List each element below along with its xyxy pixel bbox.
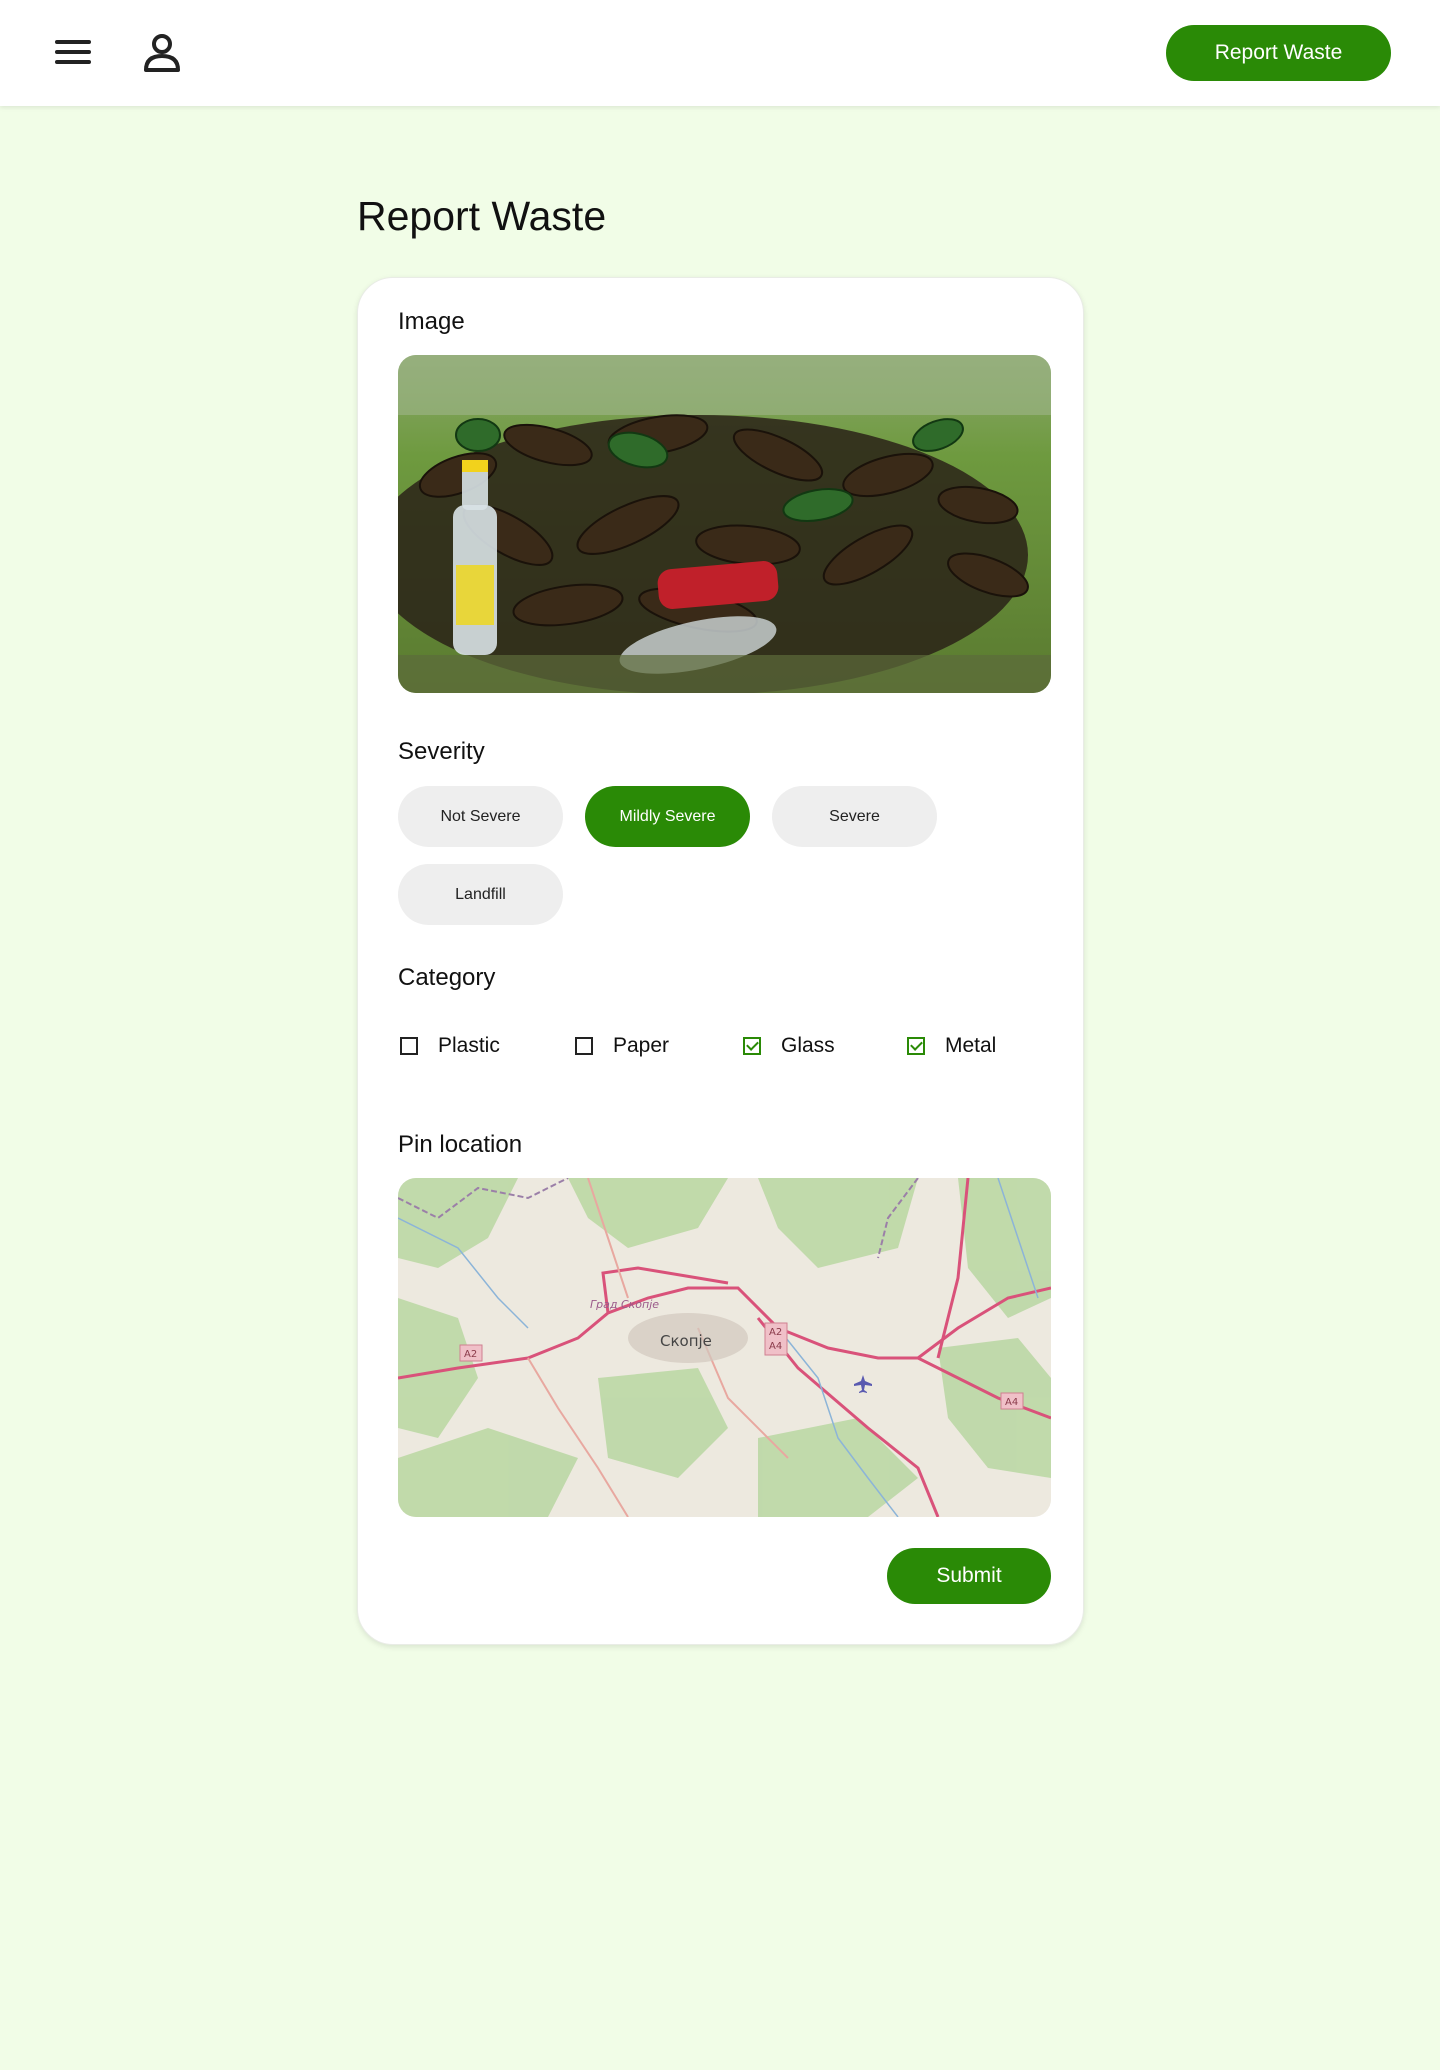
image-section-label: Image <box>398 308 465 335</box>
category-label-glass: Glass <box>781 1034 835 1057</box>
category-checkbox-metal[interactable]: Metal <box>907 1030 996 1062</box>
user-profile-icon[interactable] <box>140 32 184 74</box>
top-navigation-bar: Report Waste <box>0 0 1440 106</box>
severity-chip-severe[interactable]: Severe <box>772 786 937 847</box>
category-section-label: Category <box>398 964 496 991</box>
severity-section-label: Severity <box>398 738 485 765</box>
hamburger-menu-icon[interactable] <box>50 34 96 70</box>
page-title: Report Waste <box>357 193 607 239</box>
map-road-shield: A2 <box>769 1327 782 1338</box>
severity-chip-not-severe[interactable]: Not Severe <box>398 786 563 847</box>
pin-location-section-label: Pin location <box>398 1131 523 1158</box>
map-road-shield: A4 <box>769 1341 782 1352</box>
checkbox-icon[interactable] <box>400 1037 418 1055</box>
submit-button[interactable]: Submit <box>887 1548 1051 1604</box>
severity-chip-mildly-severe[interactable]: Mildly Severe <box>585 786 750 847</box>
category-label-plastic: Plastic <box>438 1034 500 1057</box>
map-road-shield: A2 <box>464 1349 477 1360</box>
category-label-paper: Paper <box>613 1034 670 1057</box>
map-road-shield: A4 <box>1005 1397 1018 1408</box>
checkbox-checked-icon[interactable] <box>743 1037 761 1055</box>
category-label-metal: Metal <box>945 1034 997 1057</box>
checkbox-icon[interactable] <box>575 1037 593 1055</box>
report-waste-button[interactable]: Report Waste <box>1166 25 1391 81</box>
uploaded-waste-photo[interactable] <box>398 355 1051 693</box>
location-map[interactable]: Град Скопје Скопје A2 A2 A4 A4 <box>398 1178 1051 1517</box>
checkbox-checked-icon[interactable] <box>907 1037 925 1055</box>
category-checkbox-glass[interactable]: Glass <box>743 1030 835 1062</box>
severity-chip-landfill[interactable]: Landfill <box>398 864 563 925</box>
map-district-label: Град Скопје <box>590 1298 659 1311</box>
map-city-label: Скопје <box>660 1332 712 1350</box>
category-checkbox-paper[interactable]: Paper <box>575 1030 669 1062</box>
category-checkbox-plastic[interactable]: Plastic <box>400 1030 500 1062</box>
report-form-card: Image Severity Not Severe Mildly Severe … <box>357 277 1084 1645</box>
